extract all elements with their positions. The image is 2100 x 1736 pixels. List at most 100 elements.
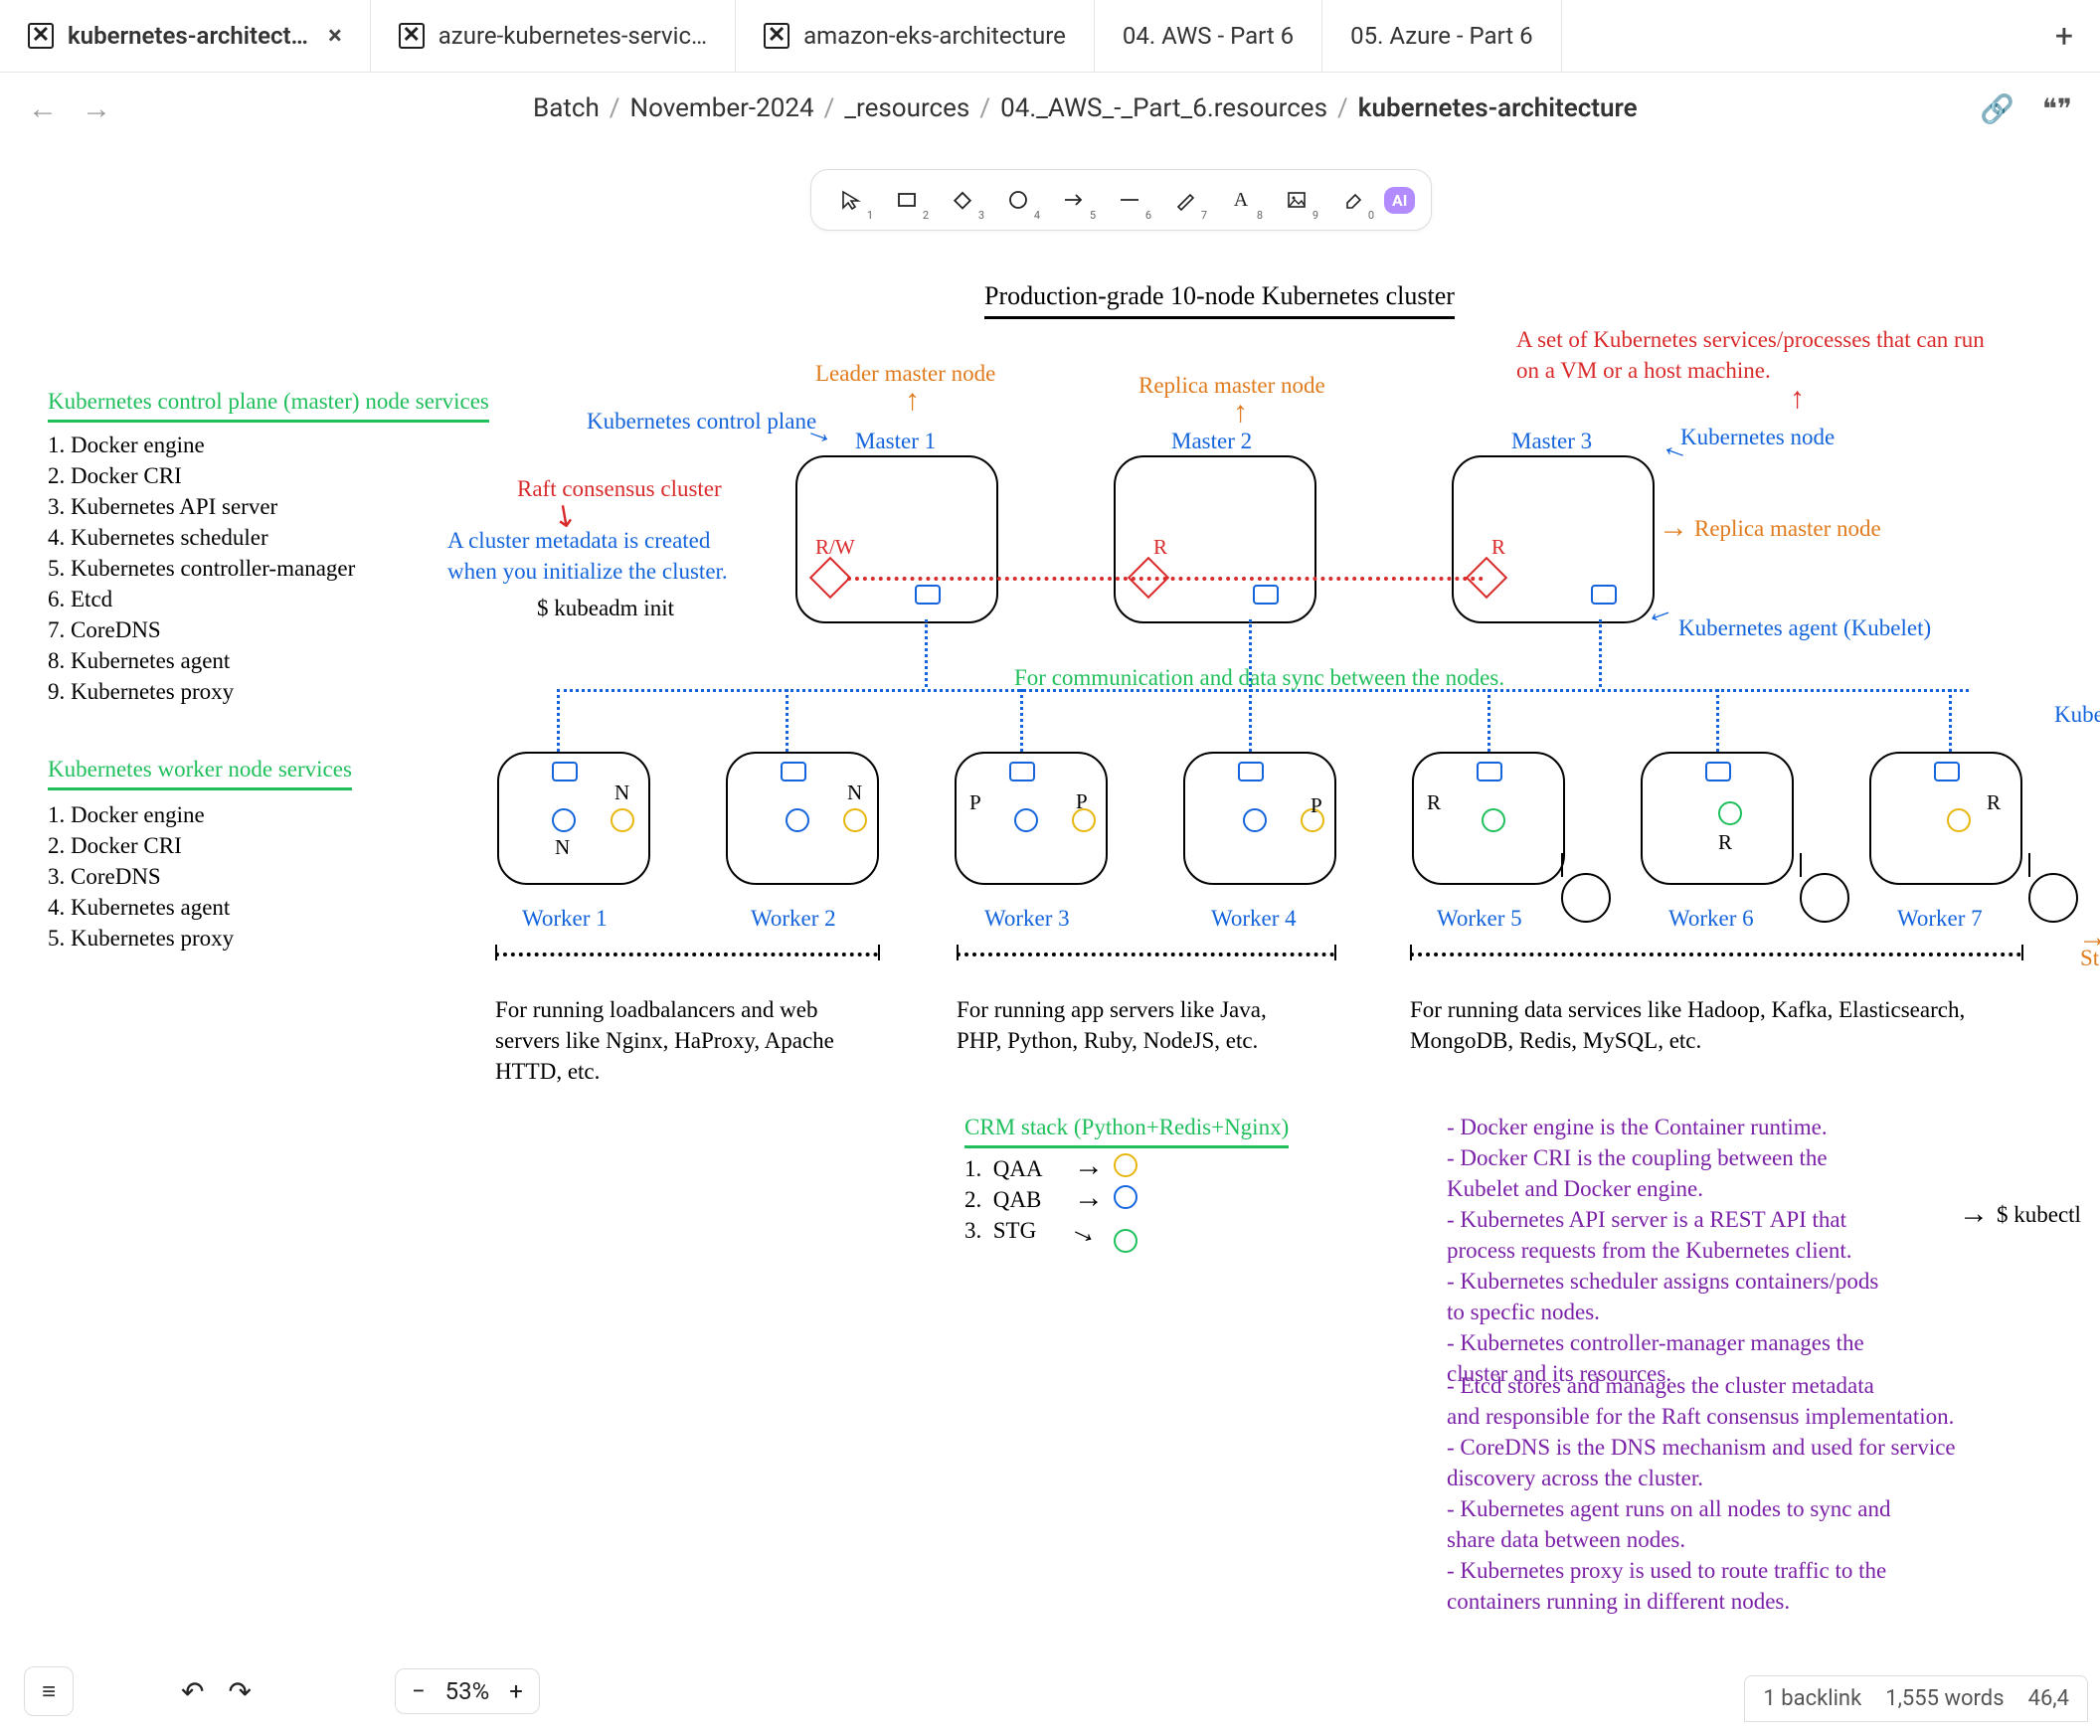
arrow-leader: ↑ [905,386,920,416]
excalidraw-icon: ✕ [764,23,789,49]
excalidraw-icon: ✕ [28,23,54,49]
word-count: 1,555 words [1885,1686,2004,1711]
crm-list: 1. QAA 2. QAB 3. STG [964,1153,1043,1246]
crm-title: CRM stack (Python+Redis+Nginx) [964,1112,1289,1148]
bracket [1410,953,2021,956]
tool-text[interactable]: A8 [1217,180,1265,220]
tool-draw[interactable]: 7 [1161,180,1209,220]
connector [2028,853,2030,877]
pod-icon [1243,808,1267,832]
tag-r: R [1427,788,1441,816]
link-icon[interactable]: 🔗 [1980,92,2014,125]
excalidraw-icon: ✕ [399,23,425,49]
undo-button[interactable]: ↶ [181,1675,204,1708]
tool-ellipse[interactable]: 4 [994,180,1042,220]
master2-box [1114,455,1316,623]
pod-icon [1014,808,1038,832]
tool-diamond[interactable]: 3 [939,180,986,220]
meta-note: A cluster metadata is created when you i… [447,525,728,587]
tab-azure-kubernetes-service[interactable]: ✕ azure-kubernetes-servic… [371,0,736,72]
replica-right: Replica master node [1694,513,1881,544]
link [786,689,788,752]
crumb-november[interactable]: November-2024 [630,93,814,123]
storage-icon [1561,873,1611,923]
arrow-stg: → [1065,1212,1105,1252]
agent-icon [1009,762,1035,781]
grp1: For running loadbalancers and web server… [495,994,834,1087]
master3-box [1452,455,1655,623]
tool-arrow[interactable]: 5 [1050,180,1098,220]
tab-label: kubernetes-architect… [68,22,308,50]
arrow-svc: ↑ [1790,384,1805,414]
kagent-label: Kubernetes agent (Kubelet) [1678,612,1931,643]
connector [1800,853,1802,877]
tool-select[interactable]: 1 [827,180,875,220]
services-note: A set of Kubernetes services/processes t… [1516,324,1985,386]
kubeadm-cmd: $ kubeadm init [537,593,674,623]
zoom-in-button[interactable]: + [509,1677,523,1705]
kubectl-cmd: $ kubectl [1997,1199,2081,1230]
quote-icon[interactable]: ❝❞ [2042,92,2072,125]
link [1949,689,1952,752]
tag-r: R [1987,788,2001,816]
notes1: - Docker engine is the Container runtime… [1447,1112,1964,1389]
crumb-batch[interactable]: Batch [533,93,600,123]
zoom-control: − 53% + [395,1668,540,1714]
storage-icon [2028,873,2078,923]
backlinks-count[interactable]: 1 backlink [1763,1686,1861,1711]
kuber-cut: Kuber [2054,699,2100,730]
crumb-resources[interactable]: _resources [844,93,969,123]
agent-icon [1477,762,1502,781]
back-button[interactable]: ← [28,91,58,126]
tab-label: amazon-eks-architecture [803,22,1066,50]
crumb-current: kubernetes-architecture [1358,93,1638,123]
redo-button[interactable]: ↷ [228,1675,251,1708]
ai-button[interactable]: AI [1384,187,1415,214]
diagram-canvas[interactable]: Production-grade 10-node Kubernetes clus… [0,247,2100,1647]
zoom-out-button[interactable]: − [412,1677,426,1705]
forward-button[interactable]: → [82,91,111,126]
r-label: R [1153,533,1167,561]
status-bar: 1 backlink 1,555 words 46,4 [1744,1675,2088,1722]
drawing-toolbar: 1 2 3 4 5 6 7 A8 9 0 AI [810,169,1432,231]
tool-rectangle[interactable]: 2 [883,180,931,220]
agent-icon [1934,762,1960,781]
tab-amazon-eks-architecture[interactable]: ✕ amazon-eks-architecture [736,0,1095,72]
arrow-qab: → [1074,1183,1104,1213]
arrow-kubectl: → [1959,1199,1989,1229]
agent-icon [1591,585,1617,605]
arrow-replica-top: ↑ [1233,398,1248,428]
k-node-label: Kubernetes node [1680,422,1835,452]
agent-icon [1238,762,1264,781]
tool-line[interactable]: 6 [1106,180,1153,220]
link [1488,689,1490,752]
tab-aws-part-6[interactable]: 04. AWS - Part 6 [1095,0,1322,72]
pod-icon [552,808,576,832]
tool-image[interactable]: 9 [1273,180,1320,220]
worker6-label: Worker 6 [1668,903,1754,934]
connector [1561,853,1563,877]
pod-icon [1482,808,1505,832]
tab-azure-part-6[interactable]: 05. Azure - Part 6 [1322,0,1561,72]
agent-icon [1705,762,1731,781]
tab-kubernetes-architecture[interactable]: ✕ kubernetes-architect… × [0,0,371,72]
worker5-label: Worker 5 [1437,903,1522,934]
add-tab-button[interactable]: + [2028,0,2100,72]
link [1599,619,1602,687]
agent-icon [1253,585,1279,605]
tag-n: N [614,779,629,806]
close-icon[interactable]: × [328,21,342,51]
char-count: 46,4 [2028,1686,2069,1711]
cp-list: 1. Docker engine 2. Docker CRI 3. Kubern… [48,430,355,707]
sync-label: For communication and data sync between … [1014,662,1504,693]
master2-label: Master 2 [1171,426,1252,456]
tag-n: N [555,833,570,861]
tool-eraser[interactable]: 0 [1328,180,1376,220]
tag-r: R [1718,828,1732,856]
agent-icon [552,762,578,781]
arrow-qaa: → [1074,1151,1104,1181]
crumb-aws-part6[interactable]: 04._AWS_-_Part_6.resources [1000,93,1327,123]
cp-label: Kubernetes control plane [587,406,816,436]
raft-label: Raft consensus cluster [517,473,722,504]
menu-button[interactable]: ≡ [24,1666,74,1716]
